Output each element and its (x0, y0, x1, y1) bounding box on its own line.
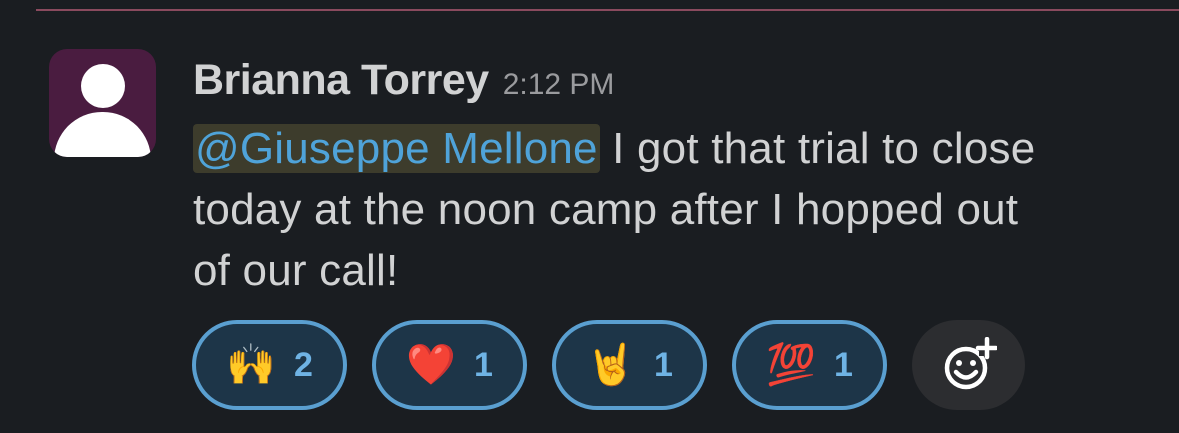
reaction-red-heart[interactable]: ❤️ 1 (372, 320, 527, 410)
reaction-hundred-points[interactable]: 💯 1 (732, 320, 887, 410)
reaction-count: 1 (653, 345, 673, 384)
reaction-sign-of-horns[interactable]: 🤘 1 (552, 320, 707, 410)
avatar-body (54, 112, 151, 157)
message-body: @Giuseppe Mellone I got that trial to cl… (193, 118, 1053, 301)
reaction-raising-hands[interactable]: 🙌 2 (192, 320, 347, 410)
new-messages-divider (36, 9, 1179, 11)
author-name[interactable]: Brianna Torrey (193, 56, 489, 105)
raising-hands-icon: 🙌 (226, 343, 276, 387)
add-reaction-icon (944, 337, 997, 390)
reaction-count: 2 (293, 345, 313, 384)
red-heart-icon: ❤️ (406, 343, 456, 387)
add-reaction-button[interactable] (912, 320, 1025, 410)
message-view: Brianna Torrey 2:12 PM @Giuseppe Mellone… (0, 0, 1179, 433)
reaction-count: 1 (833, 345, 853, 384)
hundred-points-icon: 💯 (766, 343, 816, 387)
message-header: Brianna Torrey 2:12 PM (193, 56, 614, 108)
reaction-count: 1 (473, 345, 493, 384)
message-timestamp[interactable]: 2:12 PM (503, 68, 615, 102)
avatar[interactable] (49, 49, 156, 157)
reactions-bar: 🙌 2 ❤️ 1 🤘 1 💯 1 (192, 320, 1025, 410)
sign-of-horns-icon: 🤘 (586, 343, 636, 387)
user-mention[interactable]: @Giuseppe Mellone (193, 124, 600, 173)
avatar-head (81, 64, 125, 108)
